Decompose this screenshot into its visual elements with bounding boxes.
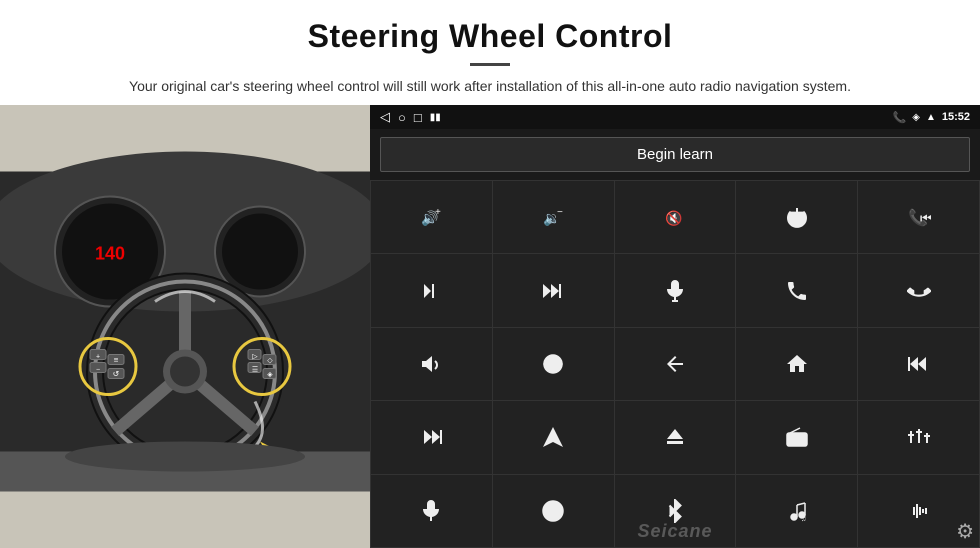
mute-button[interactable]: 🔇	[615, 181, 736, 253]
vol-down-button[interactable]: 🔉−	[493, 181, 614, 253]
mic-button[interactable]	[615, 254, 736, 326]
status-right: 📞 ◈ ▲ 15:52	[893, 111, 970, 124]
next-button[interactable]	[371, 254, 492, 326]
page-wrapper: Steering Wheel Control Your original car…	[0, 0, 980, 548]
location-icon: ◈	[912, 112, 920, 123]
svg-text:360°: 360°	[549, 363, 559, 369]
eject-button[interactable]	[615, 401, 736, 473]
recent-icon[interactable]: □	[414, 110, 422, 125]
svg-text:◇: ◇	[267, 358, 273, 365]
begin-learn-button[interactable]: Begin learn	[380, 137, 970, 172]
fast-forward-button[interactable]	[493, 254, 614, 326]
rewind-button[interactable]	[858, 328, 979, 400]
gear-settings-button[interactable]: ⚙	[956, 519, 974, 544]
svg-text:◈: ◈	[267, 372, 273, 379]
subtitle: Your original car's steering wheel contr…	[100, 76, 880, 97]
status-bar: ◁ ○ □ ▮▮ 📞 ◈ ▲ 15:52	[370, 105, 980, 129]
svg-text:⏮: ⏮	[920, 210, 931, 226]
camera-360-button[interactable]: 360°	[493, 328, 614, 400]
title-divider	[470, 63, 510, 66]
back-nav-button[interactable]	[615, 328, 736, 400]
skip-forward-button[interactable]	[371, 401, 492, 473]
phone-status-icon: 📞	[893, 111, 907, 124]
vol-up-button[interactable]: 🔊+	[371, 181, 492, 253]
svg-text:🔇: 🔇	[665, 210, 682, 227]
svg-text:140: 140	[95, 244, 125, 264]
phone-button[interactable]	[736, 254, 857, 326]
svg-text:☰: ☰	[252, 367, 258, 374]
begin-learn-row: Begin learn	[370, 129, 980, 180]
home-nav-button[interactable]	[736, 328, 857, 400]
svg-text:≡: ≡	[114, 356, 119, 365]
settings-button[interactable]	[493, 475, 614, 547]
bluetooth-button[interactable]	[615, 475, 736, 547]
navigation-button[interactable]	[493, 401, 614, 473]
power-button[interactable]	[736, 181, 857, 253]
horn-button[interactable]	[371, 328, 492, 400]
android-panel: ◁ ○ □ ▮▮ 📞 ◈ ▲ 15:52 Begin learn	[370, 105, 980, 548]
control-grid: 🔊+ 🔉− 🔇 📞⏮	[370, 180, 980, 548]
prev-track-button[interactable]: 📞⏮	[858, 181, 979, 253]
radio-button[interactable]	[736, 401, 857, 473]
svg-text:−: −	[557, 207, 563, 218]
time-display: 15:52	[942, 111, 970, 123]
home-icon[interactable]: ○	[398, 110, 406, 125]
svg-text:+: +	[96, 354, 100, 361]
svg-text:−: −	[96, 367, 100, 374]
svg-text:↺: ↺	[113, 370, 120, 379]
svg-text:♫: ♫	[801, 516, 806, 523]
hangup-button[interactable]	[858, 254, 979, 326]
steering-panel: 140	[0, 105, 370, 548]
battery-icon: ▮▮	[430, 112, 441, 123]
svg-text:+: +	[435, 207, 441, 218]
status-left: ◁ ○ □ ▮▮	[380, 109, 441, 125]
wifi-icon: ▲	[926, 112, 936, 123]
page-title: Steering Wheel Control	[60, 18, 920, 55]
header-section: Steering Wheel Control Your original car…	[0, 0, 980, 105]
content-row: 140	[0, 105, 980, 548]
back-icon[interactable]: ◁	[380, 109, 390, 125]
equalizer-button[interactable]	[858, 401, 979, 473]
mic2-button[interactable]	[371, 475, 492, 547]
svg-text:▷: ▷	[252, 354, 258, 361]
music-button[interactable]: ♫	[736, 475, 857, 547]
